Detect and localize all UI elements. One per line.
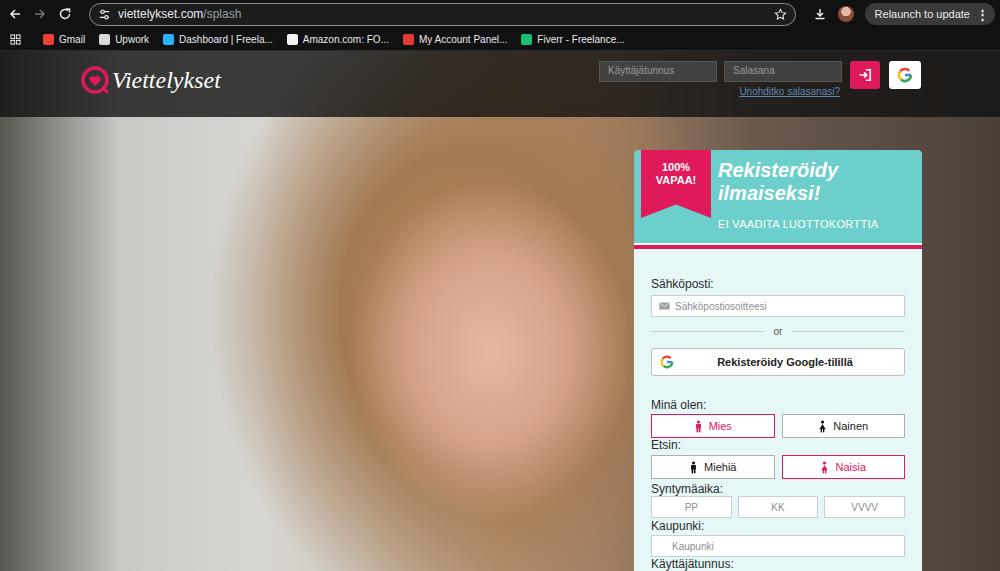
- hero-photo: Viettelykset Käyttäjätunnus Salasana Unohdi…: [0, 51, 1000, 571]
- forgot-password-link[interactable]: Unohditko salasanasi?: [739, 86, 840, 97]
- or-divider: or: [651, 323, 905, 339]
- bookmarks-bar: Gmail Upwork Dashboard | Freela... Amazon.c…: [0, 28, 1000, 51]
- google-icon: [660, 355, 674, 369]
- city-input[interactable]: Kaupunki: [651, 535, 905, 557]
- birthdate-input[interactable]: PP: [651, 496, 732, 518]
- signup-banner: 100%VAPAA!Rekisteröidyilmaiseksi! EI VAAD…: [634, 150, 922, 243]
- signup-form: Sähköposti: Sähköpostiosoitteesi or Rekiste…: [634, 249, 922, 571]
- gender-option[interactable]: Nainen: [782, 414, 906, 438]
- reload-icon[interactable]: [58, 7, 72, 21]
- signup-card: 100%VAPAA!Rekisteröidyilmaiseksi! EI VAAD…: [634, 150, 922, 571]
- favicon-icon: [163, 34, 174, 45]
- username-label: Käyttäjätunnus:: [651, 557, 905, 571]
- birthdate-input[interactable]: KK: [738, 496, 819, 518]
- bookmark-item[interactable]: Dashboard | Freela...: [163, 34, 273, 45]
- gender-label: Minä olen:: [651, 398, 905, 412]
- profile-avatar[interactable]: [838, 6, 854, 22]
- browser-window: viettelykset.com/splash Relaunch to updat…: [0, 0, 1000, 571]
- login-button[interactable]: [850, 61, 880, 89]
- seeking-label: Etsin:: [651, 438, 905, 452]
- favicon-icon: [403, 34, 414, 45]
- bookmark-item[interactable]: My Account Panel...: [403, 34, 507, 45]
- signup-subtitle: EI VAADITA LUOTTOKORTTIA: [718, 218, 914, 230]
- gender-option[interactable]: Mies: [651, 414, 775, 438]
- bookmark-item[interactable]: Fiverr - Freelance...: [521, 34, 624, 45]
- back-arrow-icon[interactable]: [8, 7, 22, 21]
- birthdate-input[interactable]: VVVV: [824, 496, 905, 518]
- envelope-icon: [659, 302, 670, 310]
- bookmark-item[interactable]: Amazon.com: FO...: [287, 34, 389, 45]
- heart-ring-icon: [80, 65, 110, 95]
- favicon-icon: [287, 34, 298, 45]
- address-bar[interactable]: viettelykset.com/splash: [89, 3, 796, 26]
- site-header: Viettelykset Käyttäjätunnus Salasana Unohdi…: [0, 51, 1000, 117]
- bookmark-item[interactable]: Upwork: [99, 34, 149, 45]
- google-login-button[interactable]: [889, 61, 921, 89]
- bookmark-item[interactable]: Gmail: [43, 34, 85, 45]
- favicon-icon: [99, 34, 110, 45]
- forward-arrow-icon[interactable]: [33, 7, 47, 21]
- password-input[interactable]: Salasana: [724, 61, 842, 82]
- site-settings-icon[interactable]: [98, 8, 111, 21]
- email-label: Sähköposti:: [651, 277, 905, 291]
- url-text: viettelykset.com/splash: [118, 7, 767, 21]
- relaunch-button[interactable]: Relaunch to update⋮: [865, 3, 995, 25]
- star-icon[interactable]: [774, 8, 787, 21]
- sign-in-icon: [858, 68, 872, 82]
- favicon-icon: [521, 34, 532, 45]
- seeking-option[interactable]: Miehiä: [651, 455, 775, 479]
- menu-button[interactable]: ⋮: [976, 7, 989, 22]
- username-input[interactable]: Käyttäjätunnus: [599, 61, 717, 82]
- signup-title: Rekisteröidyilmaiseksi!: [718, 159, 914, 205]
- apps-grid-icon[interactable]: [10, 34, 21, 45]
- google-signup-button[interactable]: Rekisteröidy Google-tilillä: [651, 348, 905, 376]
- email-input[interactable]: Sähköpostiosoitteesi: [651, 295, 905, 317]
- man-icon: [694, 420, 703, 433]
- download-icon[interactable]: [813, 7, 827, 21]
- woman-icon: [818, 420, 827, 433]
- login-form: Käyttäjätunnus Salasana Unohditko salasana…: [599, 61, 921, 97]
- city-label: Kaupunki:: [651, 519, 905, 533]
- seeking-option[interactable]: Naisia: [782, 455, 906, 479]
- woman-icon: [820, 461, 829, 474]
- free-badge: 100%VAPAA!: [641, 150, 711, 218]
- favicon-icon: [43, 34, 54, 45]
- man-icon: [689, 461, 698, 474]
- google-icon: [897, 67, 913, 83]
- banner-stripe: [634, 243, 922, 249]
- toolbar: viettelykset.com/splash Relaunch to updat…: [0, 0, 1000, 28]
- site-logo[interactable]: Viettelykset: [80, 65, 221, 95]
- birthdate-label: Syntymäaika:: [651, 482, 905, 496]
